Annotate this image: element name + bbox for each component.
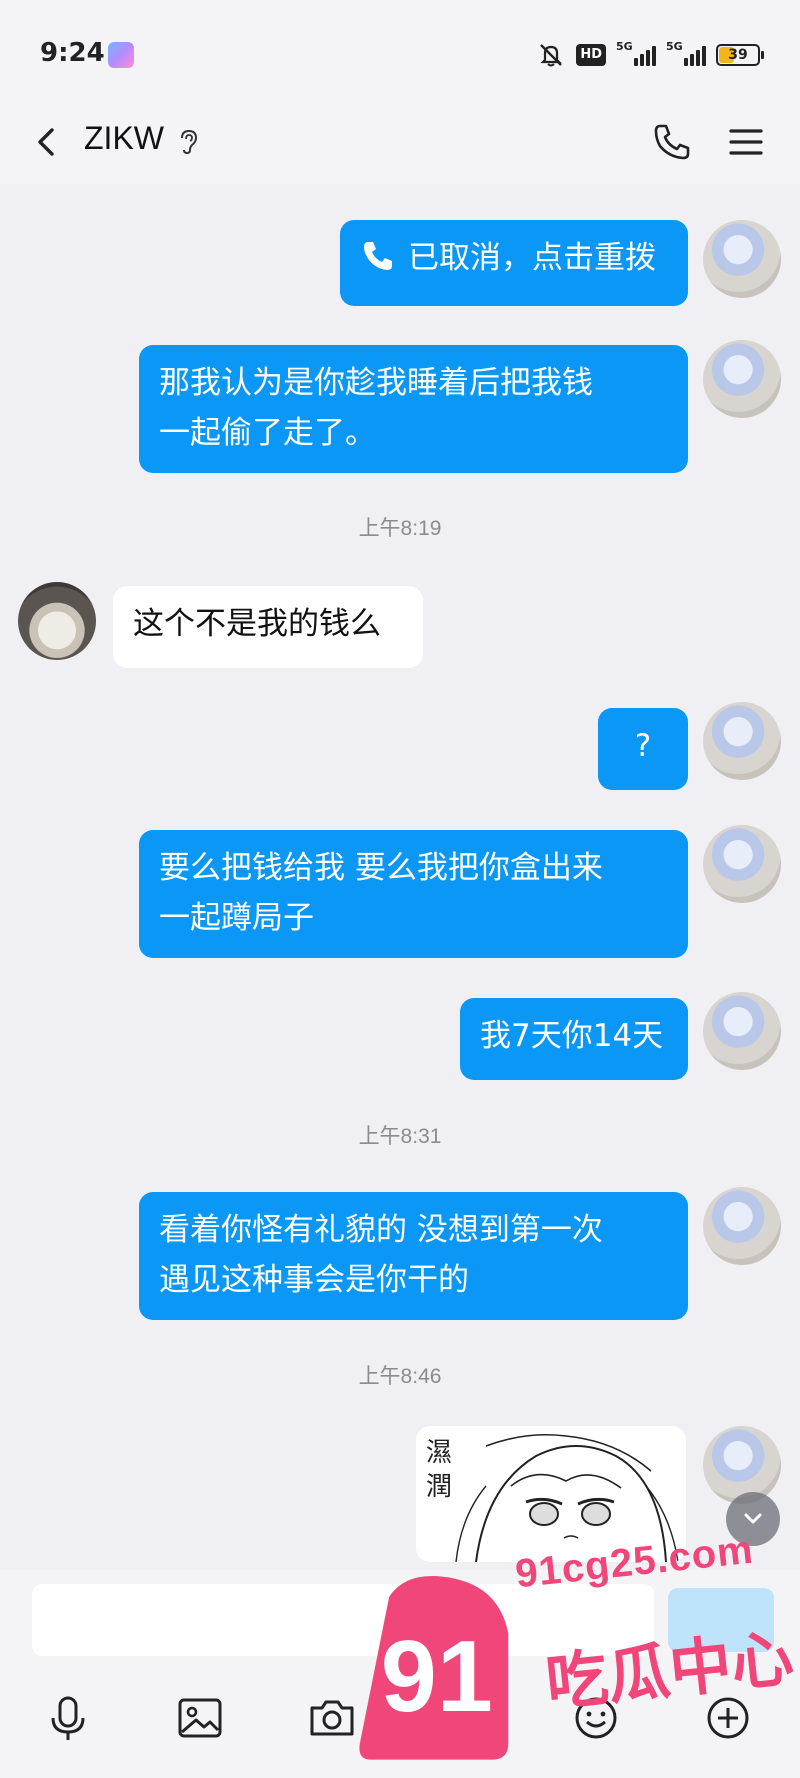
call-status-bubble[interactable]: 已取消，点击重拨 [340, 220, 688, 306]
sticker-message[interactable]: 濕 潤 [416, 1426, 686, 1562]
composer-toolbar [0, 1680, 800, 1760]
mute-icon [540, 44, 563, 67]
my-avatar[interactable] [703, 702, 781, 780]
signal-icon: 5G [616, 40, 656, 66]
status-indicators: HD 5G 5G 39 [536, 40, 764, 70]
message-bubble[interactable]: 那我认为是你趁我睡着后把我钱 一起偷了走了。 [139, 345, 688, 473]
message-bubble-incoming[interactable]: 这个不是我的钱么 [113, 586, 423, 668]
contact-name[interactable]: ZIKW [84, 120, 164, 157]
message-timestamp: 上午8:46 [358, 1365, 442, 1388]
my-avatar[interactable] [703, 1187, 781, 1265]
status-time: 9:24 [40, 38, 105, 68]
voice-icon[interactable] [40, 1690, 96, 1746]
my-avatar[interactable] [703, 220, 781, 298]
battery-icon: 39 [716, 44, 764, 66]
chat-header: ZIKW [0, 100, 800, 184]
contact-avatar[interactable] [18, 582, 96, 660]
signal-icon-2: 5G [666, 40, 706, 66]
message-bubble[interactable]: 我7天你14天 [460, 998, 688, 1080]
phone-icon [364, 242, 392, 270]
anime-sticker-image [455, 1434, 679, 1562]
my-avatar[interactable] [703, 825, 781, 903]
back-icon[interactable] [26, 120, 70, 164]
menu-icon[interactable] [724, 120, 768, 164]
red-packet-icon[interactable] [436, 1690, 492, 1746]
message-timestamp: 上午8:31 [358, 1125, 442, 1148]
composer [0, 1570, 800, 1778]
message-timestamp: 上午8:19 [358, 517, 442, 540]
message-input[interactable] [32, 1584, 654, 1656]
emoji-icon[interactable] [568, 1690, 624, 1746]
message-bubble[interactable]: 看着你怪有礼貌的 没想到第一次 遇见这种事会是你干的 [139, 1192, 688, 1320]
camera-icon[interactable] [304, 1690, 360, 1746]
message-bubble[interactable]: 要么把钱给我 要么我把你盒出来 一起蹲局子 [139, 830, 688, 958]
hd-badge: HD [576, 44, 606, 66]
app-notification-icon [108, 42, 134, 68]
scroll-to-bottom-button[interactable] [726, 1492, 780, 1546]
plus-icon[interactable] [700, 1690, 756, 1746]
my-avatar[interactable] [703, 1426, 781, 1504]
phone-call-icon[interactable] [650, 120, 694, 164]
status-bar: 9:24 HD 5G 5G 39 [0, 0, 800, 100]
call-status-text: 已取消，点击重拨 [408, 240, 656, 276]
chevron-down-icon [744, 1513, 762, 1524]
send-button[interactable] [668, 1588, 774, 1652]
ear-icon [181, 129, 198, 155]
my-avatar[interactable] [703, 340, 781, 418]
message-bubble[interactable]: ? [598, 708, 688, 790]
my-avatar[interactable] [703, 992, 781, 1070]
image-icon[interactable] [172, 1690, 228, 1746]
battery-level: 39 [728, 47, 748, 63]
